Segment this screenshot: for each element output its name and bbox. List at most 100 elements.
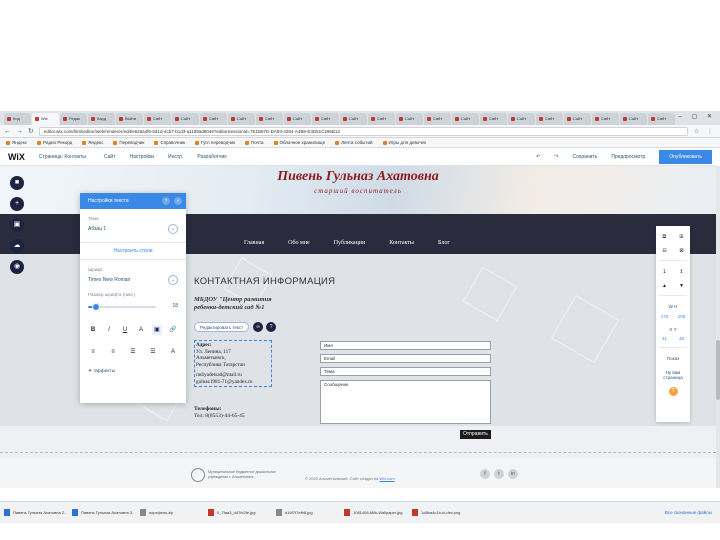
bookmark-item[interactable]: Радио Рекорд	[37, 140, 72, 145]
menu-site[interactable]: Сайт	[104, 154, 116, 160]
italic-button[interactable]: I	[104, 325, 114, 335]
browser-tab[interactable]: Сайт	[452, 113, 479, 125]
nav-publications[interactable]: Публикации	[334, 240, 365, 246]
browser-tab[interactable]: Сайт	[312, 113, 339, 125]
reload-icon[interactable]: ↻	[28, 127, 34, 135]
message-field[interactable]: Сообщение	[320, 380, 491, 424]
move-down-icon[interactable]: ▼	[679, 283, 684, 289]
browser-tab[interactable]: Сайт	[256, 113, 283, 125]
theme-select[interactable]: Абзац 1 ⌄	[88, 224, 178, 234]
contact-title[interactable]: КОНТАКТНАЯ ИНФОРМАЦИЯ	[194, 276, 335, 287]
menu-settings[interactable]: Настройки	[130, 154, 155, 160]
highlight-button[interactable]: ▣	[152, 325, 162, 335]
link-icon[interactable]: ∞	[253, 322, 264, 332]
width-value[interactable]: 170	[661, 314, 669, 319]
page-selector[interactable]: Страница: Контакты	[39, 154, 86, 160]
edit-theme-link[interactable]: Настроить стили	[80, 242, 186, 260]
download-item[interactable]: портфель.zip	[140, 507, 202, 519]
browser-tab[interactable]: Сайт	[424, 113, 451, 125]
publish-button[interactable]: Опубликовать	[659, 149, 712, 164]
browser-tab[interactable]: Сайт	[564, 113, 591, 125]
effects-link[interactable]: ✦ Эффекты	[88, 369, 186, 374]
browser-tab[interactable]: Сайт	[340, 113, 367, 125]
text-color-button[interactable]: A	[136, 325, 146, 335]
download-item[interactable]: 1d8ba4c1b-ci-dev.png	[412, 507, 474, 519]
download-item[interactable]: 0_7faa3_d47fc2fe.jpg	[208, 507, 270, 519]
font-select[interactable]: Times New Roman ⌄	[88, 275, 178, 285]
paste-icon[interactable]: ⊞	[679, 234, 683, 240]
facebook-icon[interactable]: f	[480, 469, 490, 479]
bookmark-item[interactable]: Почта	[245, 140, 264, 145]
phone-block[interactable]: Телефоны: Тел: 8(8553)-44-65-45	[194, 406, 245, 420]
help-icon[interactable]: ?	[668, 386, 678, 396]
duplicate-icon[interactable]: ⊟	[662, 248, 666, 254]
text-direction-button[interactable]: A	[168, 347, 178, 357]
twitter-icon[interactable]: t	[494, 469, 504, 479]
preview-button[interactable]: Предпросмотр	[611, 154, 645, 160]
align-center-button[interactable]: ☰	[148, 347, 158, 357]
save-button[interactable]: Сохранить	[573, 154, 598, 160]
send-back-icon[interactable]: ↧	[662, 269, 666, 275]
font-size-value[interactable]: 18	[172, 303, 178, 309]
mobile-label[interactable]: Ну вам страница	[656, 370, 690, 381]
download-item[interactable]: Пивень Гульназ Ахатовна 3...docx	[72, 507, 134, 519]
nav-blog[interactable]: Блог	[438, 240, 450, 246]
add-icon[interactable]: +	[10, 197, 24, 211]
delete-icon[interactable]: ⊠	[679, 248, 683, 254]
nav-about[interactable]: Обо мне	[288, 240, 310, 246]
url-input[interactable]: editor.wix.com/html/editor/web/renderer/…	[38, 126, 688, 136]
browser-tab[interactable]: Сайт	[284, 113, 311, 125]
upload-icon[interactable]: ☁	[10, 239, 24, 253]
numbering-button[interactable]: ≡	[108, 347, 118, 357]
org-name[interactable]: МБДОУ "Центр развития ребенка-детский са…	[194, 296, 294, 312]
x-value[interactable]: 41	[662, 336, 667, 341]
nav-contacts[interactable]: Контакты	[389, 240, 414, 246]
blog-icon[interactable]: ◉	[10, 260, 24, 274]
nav-home[interactable]: Главная	[244, 240, 264, 246]
site-title[interactable]: Пивень Гульназ Ахатовна	[0, 169, 716, 185]
bookmark-item[interactable]: Переводчик	[113, 140, 144, 145]
link-button[interactable]: 🔗	[168, 325, 178, 335]
undo-button[interactable]: ↶	[536, 154, 540, 160]
browser-tab[interactable]: Кард	[88, 113, 115, 125]
all-downloads-link[interactable]: Все скачанные файлы	[665, 510, 712, 515]
bold-button[interactable]: B	[88, 325, 98, 335]
move-up-icon[interactable]: ▲	[662, 283, 667, 289]
back-icon[interactable]: ←	[4, 128, 11, 135]
bookmark-item[interactable]: Лента событий	[335, 140, 373, 145]
bullets-button[interactable]: ≡	[88, 347, 98, 357]
panel-close-icon[interactable]: ×	[174, 197, 182, 205]
browser-tab[interactable]: Сайт	[508, 113, 535, 125]
email-line[interactable]: gulnaz1981-71@yandex.ru	[196, 379, 270, 386]
panel-help-icon[interactable]: ?	[162, 197, 170, 205]
copyright-link[interactable]: Wix.com	[379, 476, 394, 481]
bookmark-item[interactable]: Гугл переводчик	[195, 140, 235, 145]
forward-icon[interactable]: →	[16, 128, 23, 135]
window-controls[interactable]: – ▢ ✕	[679, 113, 716, 120]
browser-tab[interactable]: Код	[4, 113, 31, 125]
browser-tab[interactable]: Сайт	[648, 113, 675, 125]
canvas-scroll-thumb[interactable]	[716, 340, 720, 400]
chevron-down-icon[interactable]: ⌄	[168, 224, 178, 234]
download-item[interactable]: 1081408-Milk-Wallpaper.jpg	[344, 507, 406, 519]
font-size-slider[interactable]: 18	[88, 303, 178, 311]
email-field[interactable]: Email	[320, 354, 491, 363]
download-item[interactable]: Пивень Гульназ Ахатовна 2...docx	[4, 507, 66, 519]
subject-field[interactable]: Тема	[320, 367, 491, 376]
browser-tab[interactable]: Сайт	[480, 113, 507, 125]
y-value[interactable]: 48	[679, 336, 684, 341]
browser-tab[interactable]: Редак	[60, 113, 87, 125]
send-button[interactable]: Отправить	[460, 430, 491, 439]
bookmark-item[interactable]: Игры для девочек	[382, 140, 426, 145]
name-field[interactable]: Имя	[320, 341, 491, 350]
address-text-box[interactable]: Адрес: Ул. Ленина, 117 Альметьевск, Респ…	[194, 340, 272, 387]
browser-menu-icon[interactable]: ☆ ⋮	[694, 128, 716, 135]
browser-tab[interactable]: Сайт	[200, 113, 227, 125]
copy-icon[interactable]: ⧉	[663, 234, 667, 240]
linkedin-icon[interactable]: in	[508, 469, 518, 479]
browser-tab[interactable]: Сайт	[592, 113, 619, 125]
help-icon[interactable]: ?	[266, 322, 277, 332]
show-label[interactable]: Показ	[656, 356, 690, 362]
bookmark-item[interactable]: Справочник	[154, 140, 185, 145]
site-footer[interactable]	[0, 458, 716, 488]
